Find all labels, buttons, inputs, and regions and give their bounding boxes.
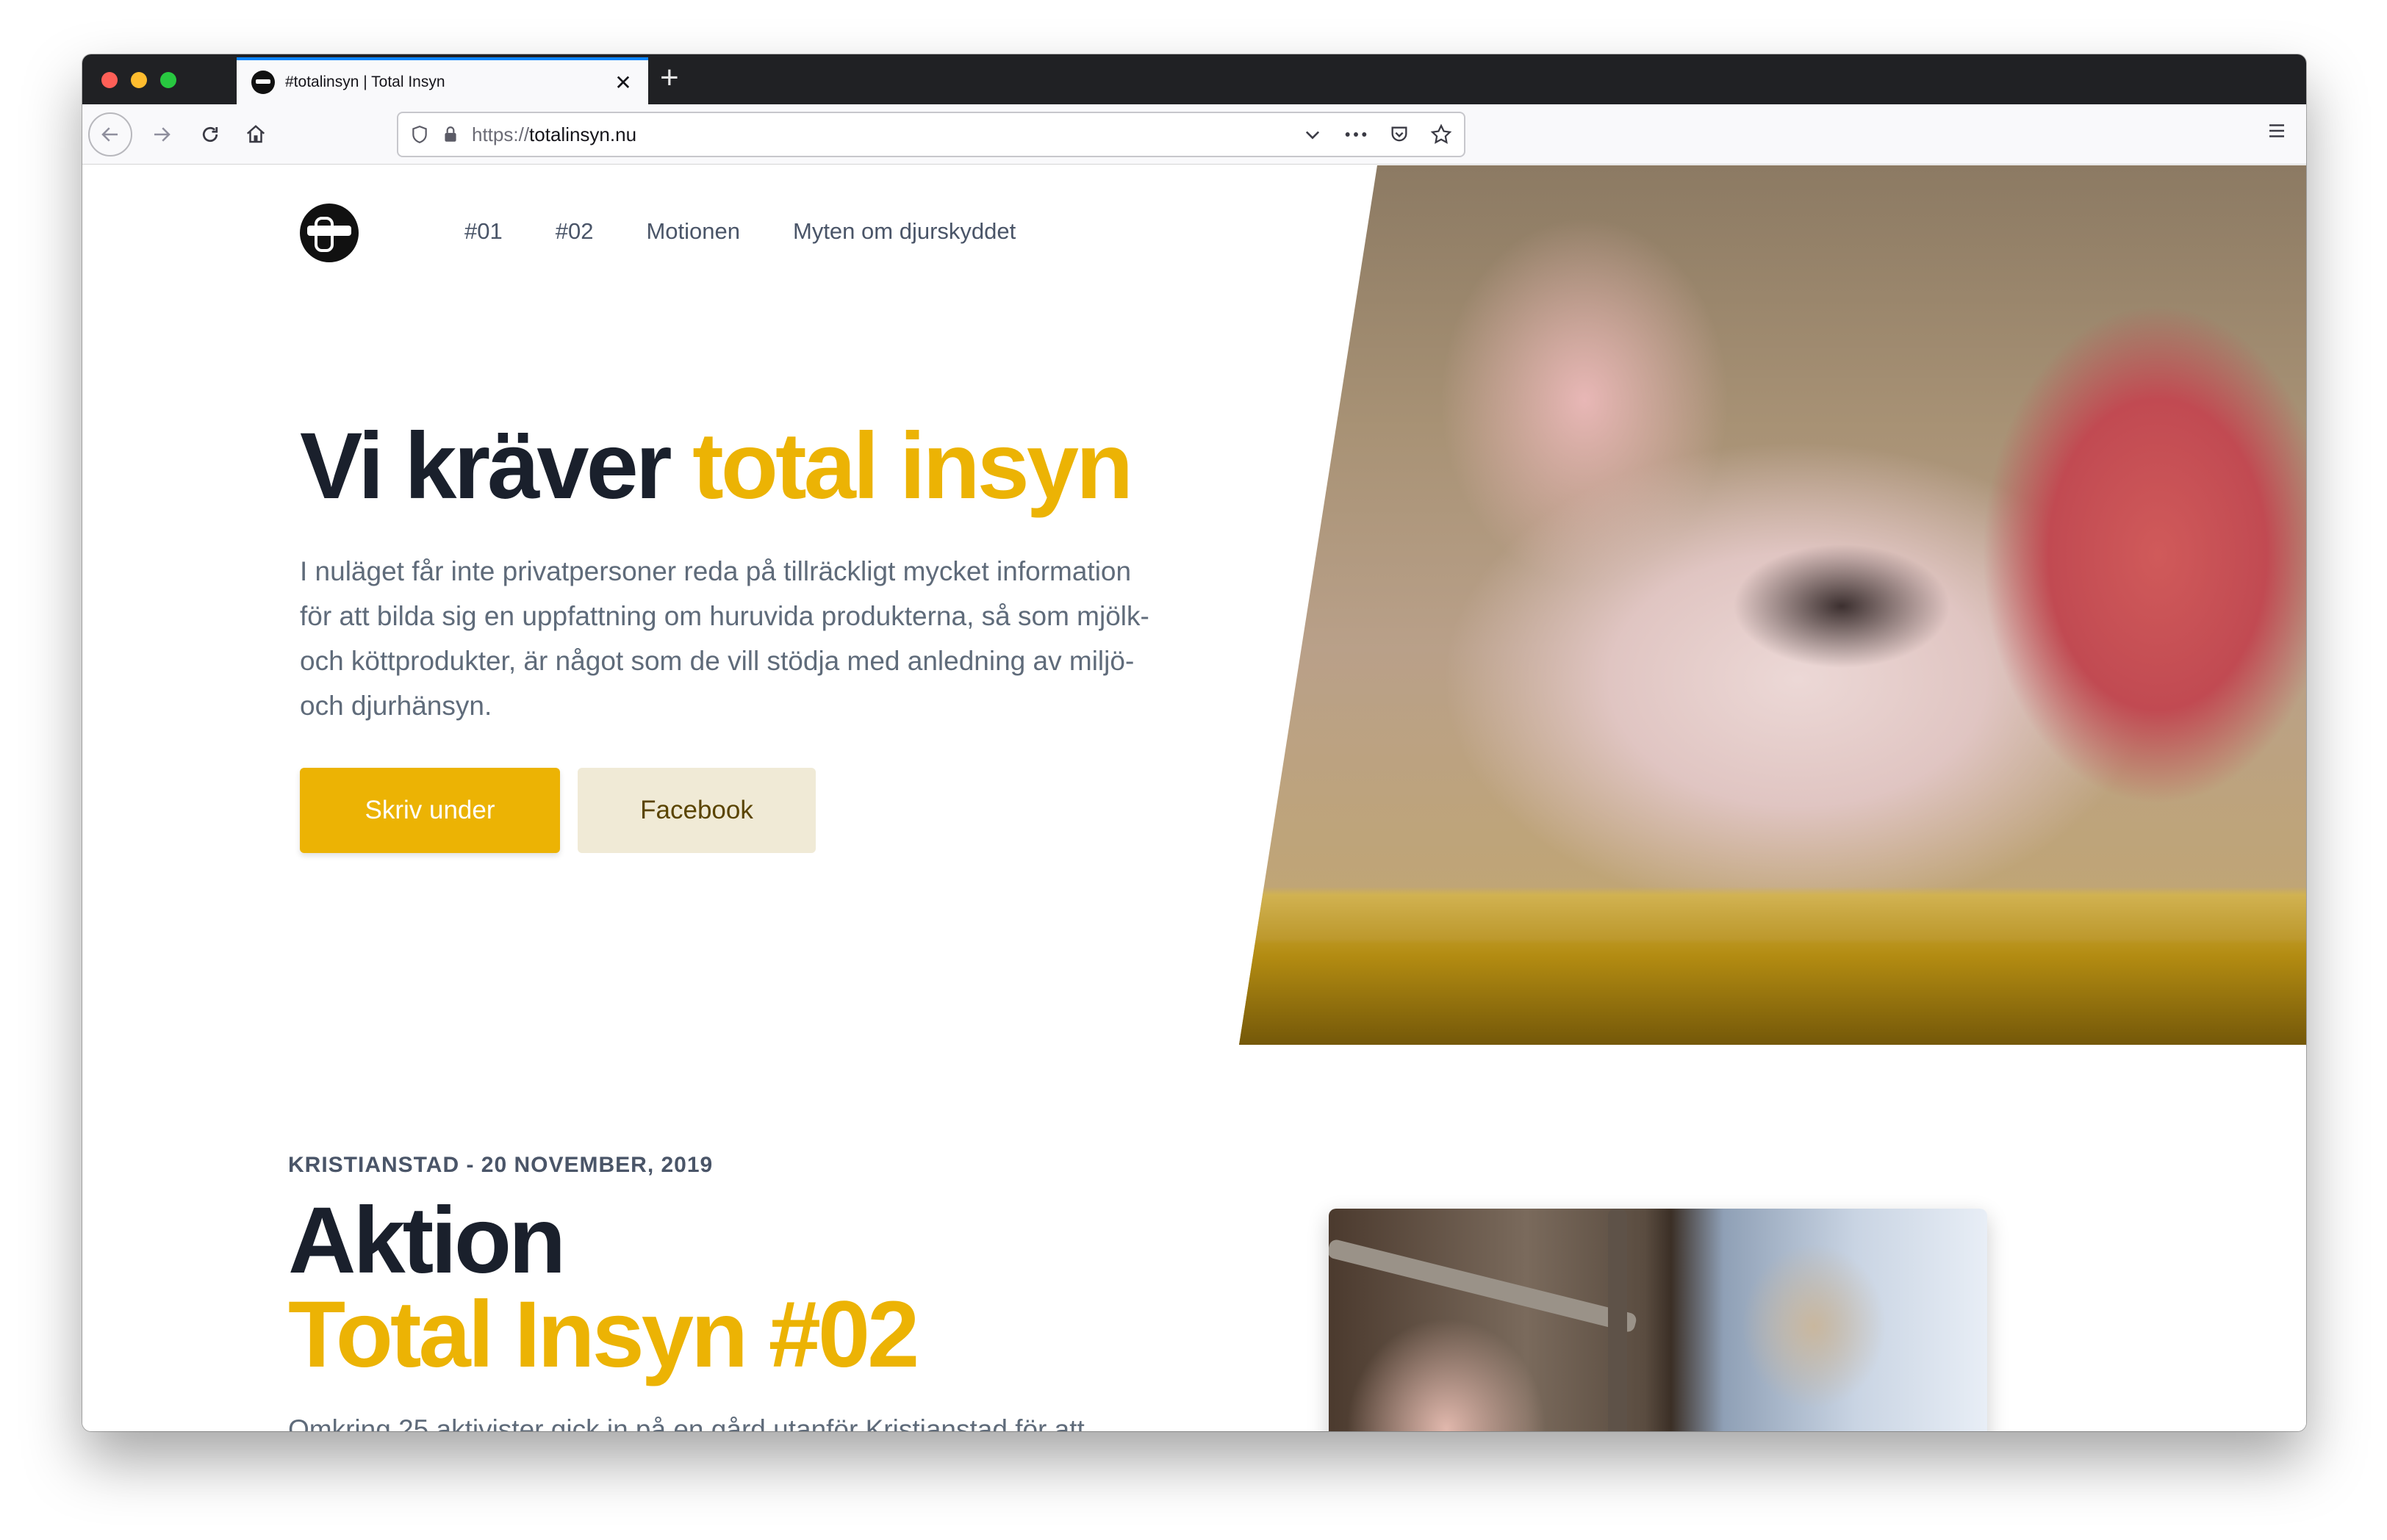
shield-icon[interactable] [410,125,429,144]
reload-button[interactable] [190,113,231,156]
section-title-line1: Aktion [288,1188,566,1293]
hamburger-menu-icon [2269,124,2284,137]
arrow-right-icon [154,127,170,142]
hero-image-trough [1239,165,2306,1045]
url-text[interactable]: https://totalinsyn.nu [472,123,1302,146]
facebook-button[interactable]: Facebook [578,768,816,853]
site-logo[interactable] [300,204,359,262]
nav-link-myten[interactable]: Myten om djurskyddet [793,218,1016,245]
url-bar[interactable]: https://totalinsyn.nu [397,112,1465,157]
hero-title-accent: total insyn [692,414,1133,519]
section-text: Omkring 25 aktivister gick in på en gård… [288,1414,1085,1431]
tab-title: #totalinsyn | Total Insyn [285,73,445,90]
lock-icon[interactable] [441,125,460,144]
more-icon[interactable] [1343,124,1368,145]
main-nav: #01 #02 Motionen Myten om djurskyddet [464,218,1016,245]
zoom-window-button[interactable] [160,72,176,88]
star-icon[interactable] [1430,123,1452,145]
section-title-line2: Total Insyn #02 [288,1282,919,1387]
forward-button[interactable] [141,113,182,156]
nav-link-01[interactable]: #01 [464,218,503,245]
hero-title-plain: Vi kräver [300,414,693,519]
new-tab-button[interactable]: + [660,62,679,94]
arrow-left-icon [101,127,118,142]
nav-link-02[interactable]: #02 [556,218,594,245]
pocket-icon[interactable] [1389,124,1410,145]
home-button[interactable] [235,113,276,156]
app-menu-button[interactable] [2261,118,2293,150]
web-page: #01 #02 Motionen Myten om djurskyddet Vi… [82,165,2306,1431]
close-window-button[interactable] [101,72,118,88]
navigation-toolbar: https://totalinsyn.nu [82,104,2306,165]
back-button[interactable] [88,112,132,156]
site-favicon-icon [251,71,275,94]
url-host: totalinsyn.nu [529,123,637,145]
tab-totalinsyn[interactable]: #totalinsyn | Total Insyn ✕ [237,57,648,104]
article-meta: KRISTIANSTAD - 20 NOVEMBER, 2019 [288,1153,714,1177]
tab-strip: #totalinsyn | Total Insyn ✕ + [82,54,2306,104]
sign-button[interactable]: Skriv under [300,768,560,853]
chevron-down-icon[interactable] [1302,124,1323,145]
nav-link-motionen[interactable]: Motionen [646,218,740,245]
reload-icon [202,126,218,143]
close-tab-icon[interactable]: ✕ [613,71,633,95]
hero-description: I nuläget får inte privatpersoner reda p… [300,556,1149,721]
url-protocol: https:// [472,123,530,145]
action-photo [1329,1209,1987,1431]
browser-window: #totalinsyn | Total Insyn ✕ + https://to… [82,54,2306,1431]
minimize-window-button[interactable] [131,72,147,88]
home-icon [246,125,265,143]
hero-title: Vi kräver total insyn [300,414,1133,519]
